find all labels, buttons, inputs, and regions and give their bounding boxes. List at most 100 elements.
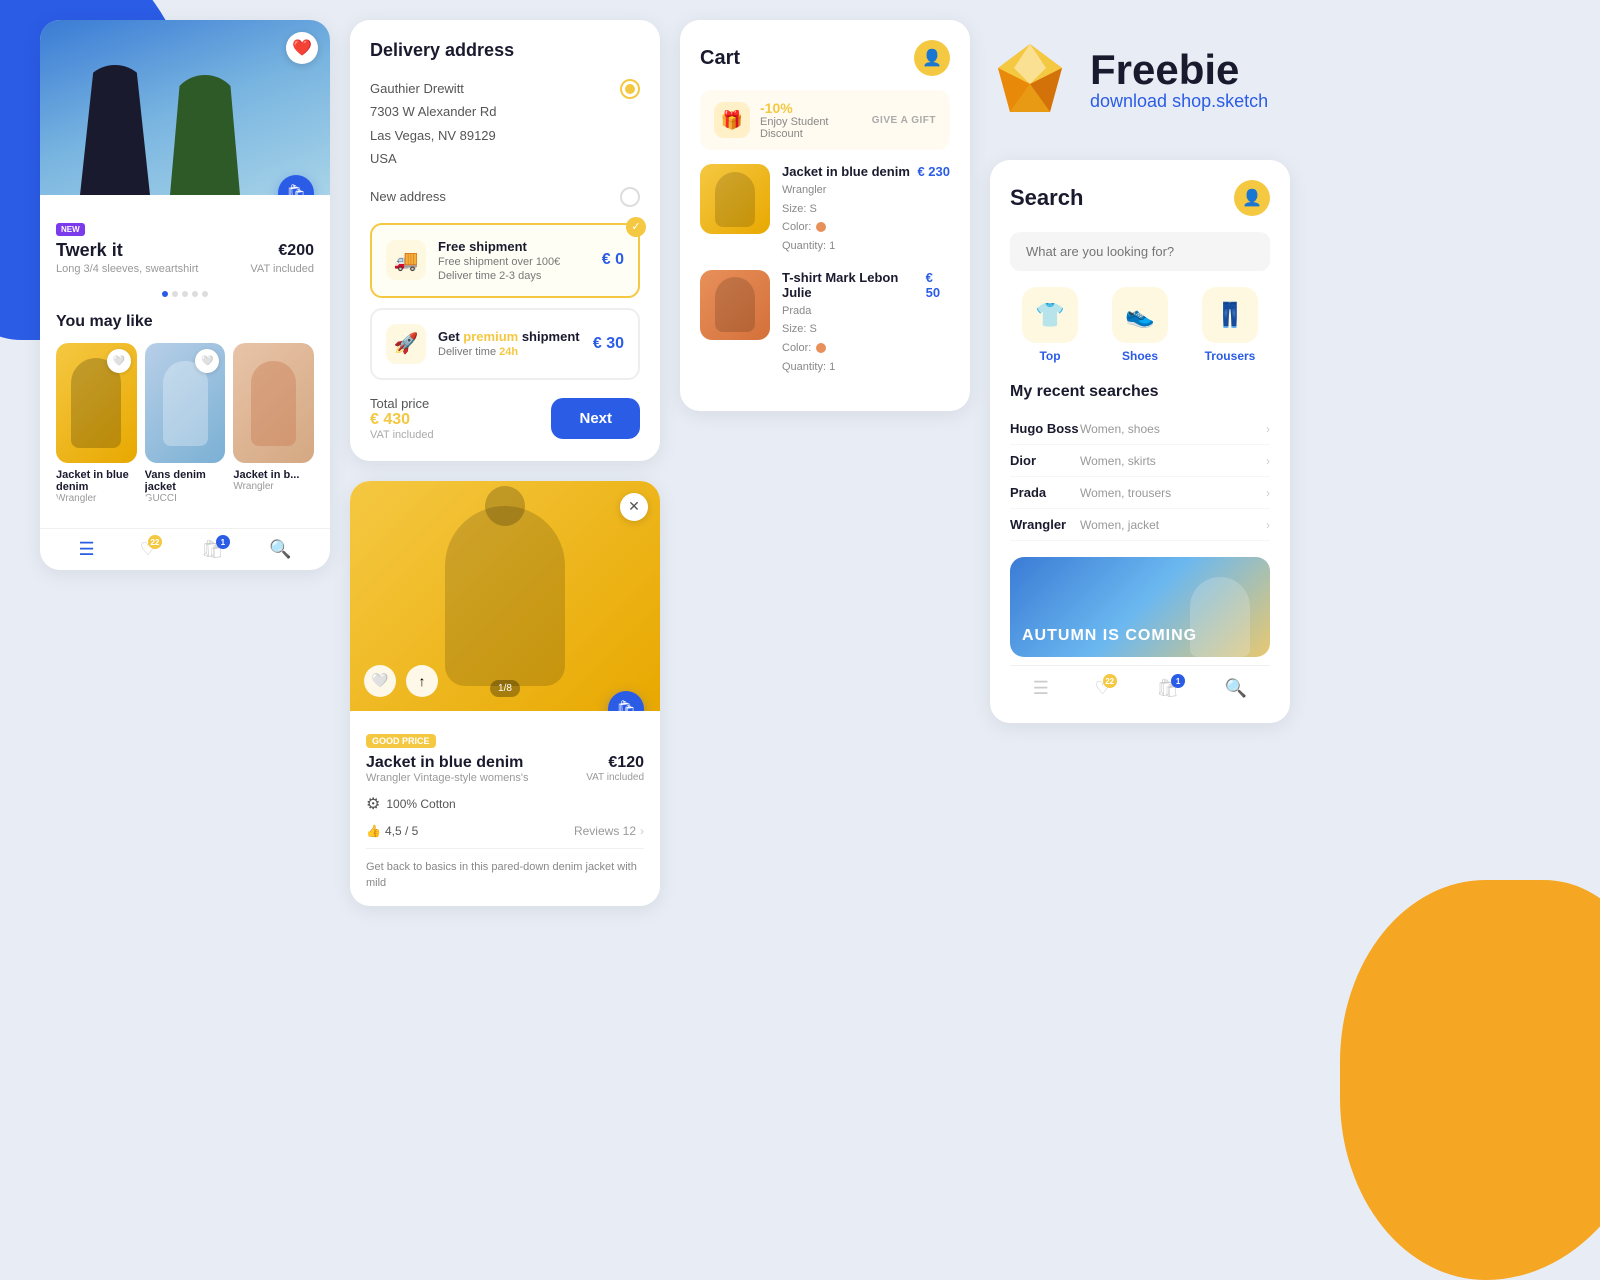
recommended-item-1[interactable]: 🤍 Jacket in blue denim Wrangler bbox=[56, 343, 137, 504]
item-3-brand: Wrangler bbox=[233, 481, 314, 492]
nav-menu-icon[interactable]: ☰ bbox=[79, 539, 95, 560]
item-1-name: Jacket in blue denim bbox=[56, 469, 137, 493]
discount-info: -10% Enjoy Student Discount bbox=[760, 100, 862, 140]
person-2 bbox=[163, 361, 208, 446]
cart-item-1-info: Jacket in blue denim € 230 Wrangler Size… bbox=[782, 164, 950, 256]
recent-desc-2: Women, skirts bbox=[1080, 454, 1156, 468]
search-cart-badge: 1 bbox=[1171, 674, 1185, 688]
cart-item-1-details: Wrangler Size: S Color: Quantity: 1 bbox=[782, 181, 950, 256]
free-shipment-desc1: Free shipment over 100€ bbox=[438, 256, 590, 268]
cart-item-2: T-shirt Mark Lebon Julie € 50 Prada Size… bbox=[700, 270, 950, 377]
promo-banner[interactable]: AUTUMN IS COMING bbox=[1010, 557, 1270, 657]
close-button[interactable]: ✕ bbox=[620, 493, 648, 521]
rating-value: 4,5 / 5 bbox=[385, 824, 418, 838]
product-hero-image: ❤️ 🛍 bbox=[40, 20, 330, 195]
gift-icon: 🎁 bbox=[714, 102, 750, 138]
recent-chevron-4-icon: › bbox=[1266, 518, 1270, 532]
recent-item-prada[interactable]: Prada Women, trousers › bbox=[1010, 477, 1270, 509]
recent-brand-3: Prada bbox=[1010, 485, 1080, 500]
discount-banner: 🎁 -10% Enjoy Student Discount GIVE A GIF… bbox=[700, 90, 950, 150]
discount-description: Enjoy Student Discount bbox=[760, 116, 862, 140]
free-shipment-info: Free shipment Free shipment over 100€ De… bbox=[438, 239, 590, 282]
shoes-label: Shoes bbox=[1122, 349, 1158, 363]
trousers-label: Trousers bbox=[1205, 349, 1256, 363]
product-info: NEW Twerk it €200 Long 3/4 sleeves, swea… bbox=[40, 195, 330, 283]
detail-add-to-cart[interactable]: 🛍 bbox=[608, 691, 644, 711]
free-shipment-option[interactable]: ✓ 🚚 Free shipment Free shipment over 100… bbox=[370, 223, 640, 298]
recent-item-hugoboss[interactable]: Hugo Boss Women, shoes › bbox=[1010, 413, 1270, 445]
cart-item-2-qty: Quantity: 1 bbox=[782, 358, 950, 377]
premium-shipment-desc: Deliver time 24h bbox=[438, 346, 581, 358]
recent-desc-4: Women, jacket bbox=[1080, 518, 1159, 532]
product-desc-row: Long 3/4 sleeves, sweartshirt VAT includ… bbox=[56, 261, 314, 275]
recommended-item-3[interactable]: Jacket in b... Wrangler bbox=[233, 343, 314, 504]
cart-item-1-image bbox=[700, 164, 770, 234]
dot-4[interactable] bbox=[192, 291, 198, 297]
promo-person bbox=[1190, 577, 1250, 657]
top-label: Top bbox=[1039, 349, 1060, 363]
item-1-brand: Wrangler bbox=[56, 493, 137, 504]
category-trousers[interactable]: 👖 Trousers bbox=[1190, 287, 1270, 363]
wishlist-badge: 22 bbox=[148, 535, 162, 549]
search-user-avatar[interactable]: 👤 bbox=[1234, 180, 1270, 216]
dot-2[interactable] bbox=[172, 291, 178, 297]
search-nav-wishlist-icon[interactable]: ♡ 22 bbox=[1095, 678, 1111, 699]
category-top[interactable]: 👕 Top bbox=[1010, 287, 1090, 363]
wishlist-item-1[interactable]: 🤍 bbox=[107, 349, 131, 373]
address-country: USA bbox=[370, 147, 496, 170]
discount-percentage: -10% bbox=[760, 100, 862, 116]
detail-share-btn[interactable]: ↑ bbox=[406, 665, 438, 697]
cart-item-1-price: € 230 bbox=[917, 164, 950, 179]
recent-chevron-2-icon: › bbox=[1266, 454, 1270, 468]
rating-display: 👍 4,5 / 5 bbox=[366, 824, 418, 838]
detail-vat: VAT included bbox=[586, 772, 644, 783]
delivery-title: Delivery address bbox=[370, 40, 640, 61]
search-nav-search-icon[interactable]: 🔍 bbox=[1225, 678, 1247, 699]
search-input[interactable] bbox=[1010, 232, 1270, 271]
detail-features: ⚙ 100% Cotton bbox=[366, 794, 644, 814]
dot-5[interactable] bbox=[202, 291, 208, 297]
new-address-radio[interactable] bbox=[620, 187, 640, 207]
color-dot-orange-1 bbox=[816, 222, 826, 232]
premium-time: 24h bbox=[499, 346, 518, 358]
material-text: 100% Cotton bbox=[386, 797, 455, 811]
feature-material: ⚙ 100% Cotton bbox=[366, 794, 456, 814]
user-avatar[interactable]: 👤 bbox=[914, 40, 950, 76]
cart-item-2-info: T-shirt Mark Lebon Julie € 50 Prada Size… bbox=[782, 270, 950, 377]
search-nav-cart-icon[interactable]: 🛍 1 bbox=[1156, 678, 1179, 699]
dot-1[interactable] bbox=[162, 291, 168, 297]
recent-item-wrangler[interactable]: Wrangler Women, jacket › bbox=[1010, 509, 1270, 541]
dot-3[interactable] bbox=[182, 291, 188, 297]
nav-wishlist-icon[interactable]: ♡ 22 bbox=[140, 539, 156, 560]
item-2-brand: GUCCI bbox=[145, 493, 226, 504]
cart-item-2-name: T-shirt Mark Lebon Julie bbox=[782, 270, 926, 300]
premium-shipment-option[interactable]: 🚀 Get premium shipment Deliver time 24h … bbox=[370, 308, 640, 380]
search-nav-menu-icon[interactable]: ☰ bbox=[1033, 678, 1049, 699]
reviews-text: Reviews 12 bbox=[574, 824, 636, 838]
category-shoes[interactable]: 👟 Shoes bbox=[1100, 287, 1180, 363]
free-shipment-name: Free shipment bbox=[438, 239, 590, 254]
cart-badge: 1 bbox=[216, 535, 230, 549]
address-radio-selected[interactable] bbox=[620, 79, 640, 99]
nav-cart-icon[interactable]: 🛍 1 bbox=[201, 539, 224, 560]
premium-shipment-name: Get premium shipment bbox=[438, 329, 581, 344]
detail-title-info: Jacket in blue denim Wrangler Vintage-st… bbox=[366, 754, 529, 784]
wishlist-button[interactable]: ❤️ bbox=[286, 32, 318, 64]
shoes-icon: 👟 bbox=[1112, 287, 1168, 343]
freebie-section: Freebie download shop.sketch bbox=[990, 20, 1290, 140]
next-button[interactable]: Next bbox=[551, 398, 640, 439]
detail-wishlist-btn[interactable]: 🤍 bbox=[364, 665, 396, 697]
product-name: Twerk it bbox=[56, 240, 123, 261]
reviews-link[interactable]: Reviews 12 › bbox=[574, 824, 644, 838]
cart-person-2 bbox=[715, 277, 755, 332]
product-description: Long 3/4 sleeves, sweartshirt bbox=[56, 263, 198, 275]
give-gift-button[interactable]: GIVE A GIFT bbox=[872, 115, 936, 126]
new-address-option[interactable]: New address bbox=[370, 187, 640, 207]
nav-search-icon[interactable]: 🔍 bbox=[269, 539, 291, 560]
premium-shipment-price: € 30 bbox=[593, 335, 624, 353]
recommended-item-2[interactable]: 🤍 Vans denim jacket GUCCI bbox=[145, 343, 226, 504]
recent-chevron-1-icon: › bbox=[1266, 422, 1270, 436]
rating-row: 👍 4,5 / 5 Reviews 12 › bbox=[366, 824, 644, 849]
recent-item-dior[interactable]: Dior Women, skirts › bbox=[1010, 445, 1270, 477]
product-detail-description: Get back to basics in this pared-down de… bbox=[366, 859, 644, 892]
